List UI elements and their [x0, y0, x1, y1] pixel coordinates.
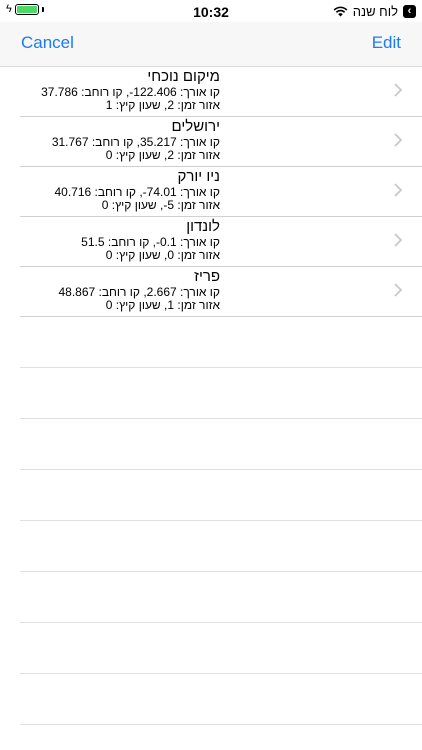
empty-row: [20, 317, 422, 368]
location-timezone: אזור זמן: 2, שעון קיץ: 1: [105, 98, 220, 112]
chevron-right-icon: [394, 133, 402, 147]
location-name: מיקום נוכחי: [147, 68, 220, 85]
status-bar: ϟ 10:32 לוח שנה ‹: [0, 0, 422, 22]
location-name: פריז: [194, 268, 220, 285]
location-timezone: אזור זמן: 2, שעון קיץ: 0: [105, 148, 220, 162]
location-timezone: אזור זמן: 0, שעון קיץ: 0: [105, 248, 220, 262]
location-row[interactable]: ניו יורק קו אורך: 74.01-, קו רוחב: 40.71…: [20, 167, 422, 217]
empty-row: [20, 521, 422, 572]
chevron-right-icon: [394, 183, 402, 197]
location-text: ירושלים קו אורך: 35.217, קו רוחב: 31.767…: [20, 118, 220, 162]
location-row[interactable]: ירושלים קו אורך: 35.217, קו רוחב: 31.767…: [20, 117, 422, 167]
location-row[interactable]: פריז קו אורך: 2.667, קו רוחב: 48.867 אזו…: [20, 267, 422, 317]
empty-row: [20, 470, 422, 521]
locations-list: מיקום נוכחי קו אורך: 122.406-, קו רוחב: …: [0, 67, 422, 725]
chevron-right-icon: [394, 83, 402, 97]
cancel-button[interactable]: Cancel: [21, 33, 74, 53]
status-right: לוח שנה ‹: [333, 4, 416, 19]
location-row[interactable]: לונדון קו אורך: 0.1-, קו רוחב: 51.5 אזור…: [20, 217, 422, 267]
location-name: לונדון: [186, 218, 220, 235]
navigation-bar: Cancel Edit: [0, 22, 422, 67]
location-text: לונדון קו אורך: 0.1-, קו רוחב: 51.5 אזור…: [20, 218, 220, 262]
empty-row: [20, 368, 422, 419]
location-text: מיקום נוכחי קו אורך: 122.406-, קו רוחב: …: [20, 68, 220, 112]
location-text: פריז קו אורך: 2.667, קו רוחב: 48.867 אזו…: [20, 268, 220, 312]
empty-row: [20, 623, 422, 674]
chevron-right-icon: [394, 233, 402, 247]
empty-row: [20, 674, 422, 725]
empty-row: [20, 572, 422, 623]
chevron-right-icon: [394, 283, 402, 297]
location-timezone: אזור זמן: 5-, שעון קיץ: 0: [101, 198, 220, 212]
empty-row: [20, 419, 422, 470]
location-row[interactable]: מיקום נוכחי קו אורך: 122.406-, קו רוחב: …: [20, 67, 422, 117]
wifi-icon: [333, 6, 348, 17]
location-name: ירושלים: [171, 118, 220, 135]
location-text: ניו יורק קו אורך: 74.01-, קו רוחב: 40.71…: [20, 168, 220, 212]
back-to-app-label[interactable]: לוח שנה: [353, 4, 398, 19]
edit-button[interactable]: Edit: [372, 33, 401, 53]
location-timezone: אזור זמן: 1, שעון קיץ: 0: [105, 298, 220, 312]
back-chevron-icon[interactable]: ‹: [403, 5, 416, 18]
location-name: ניו יורק: [177, 168, 220, 185]
